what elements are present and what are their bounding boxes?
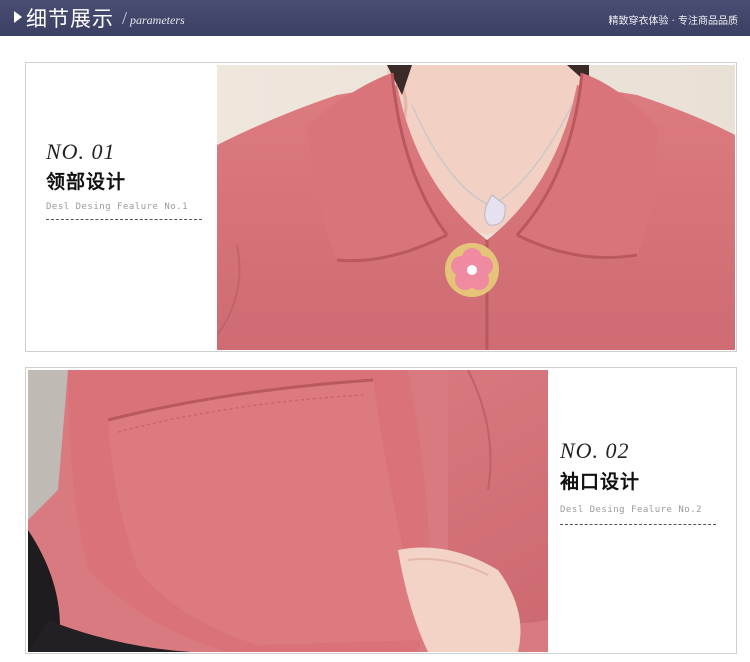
section-banner: 细节展示 / parameters 精致穿衣体验 · 专注商品品质	[0, 0, 750, 36]
banner-slogan: 精致穿衣体验 · 专注商品品质	[608, 16, 738, 27]
play-triangle-icon	[14, 11, 22, 23]
collar-photo	[217, 65, 735, 350]
detail-title: 袖口设计	[560, 471, 641, 493]
section-subtitle: parameters	[130, 13, 185, 27]
section-title: 细节展示	[26, 7, 114, 31]
detail-panel-collar: NO. 01 领部设计 Desl Desing Fealure No.1	[25, 62, 737, 352]
detail-number: NO. 02	[560, 438, 630, 463]
cuff-photo	[28, 370, 548, 652]
dashed-divider	[560, 524, 716, 525]
detail-caption: Desl Desing Fealure No.2	[560, 505, 703, 515]
detail-caption: Desl Desing Fealure No.1	[46, 202, 189, 212]
detail-title: 领部设计	[46, 171, 127, 193]
detail-panel-cuff: NO. 02 袖口设计 Desl Desing Fealure No.2	[25, 367, 737, 654]
title-separator: /	[122, 8, 128, 28]
dashed-divider	[46, 219, 202, 220]
detail-number: NO. 01	[46, 139, 116, 164]
